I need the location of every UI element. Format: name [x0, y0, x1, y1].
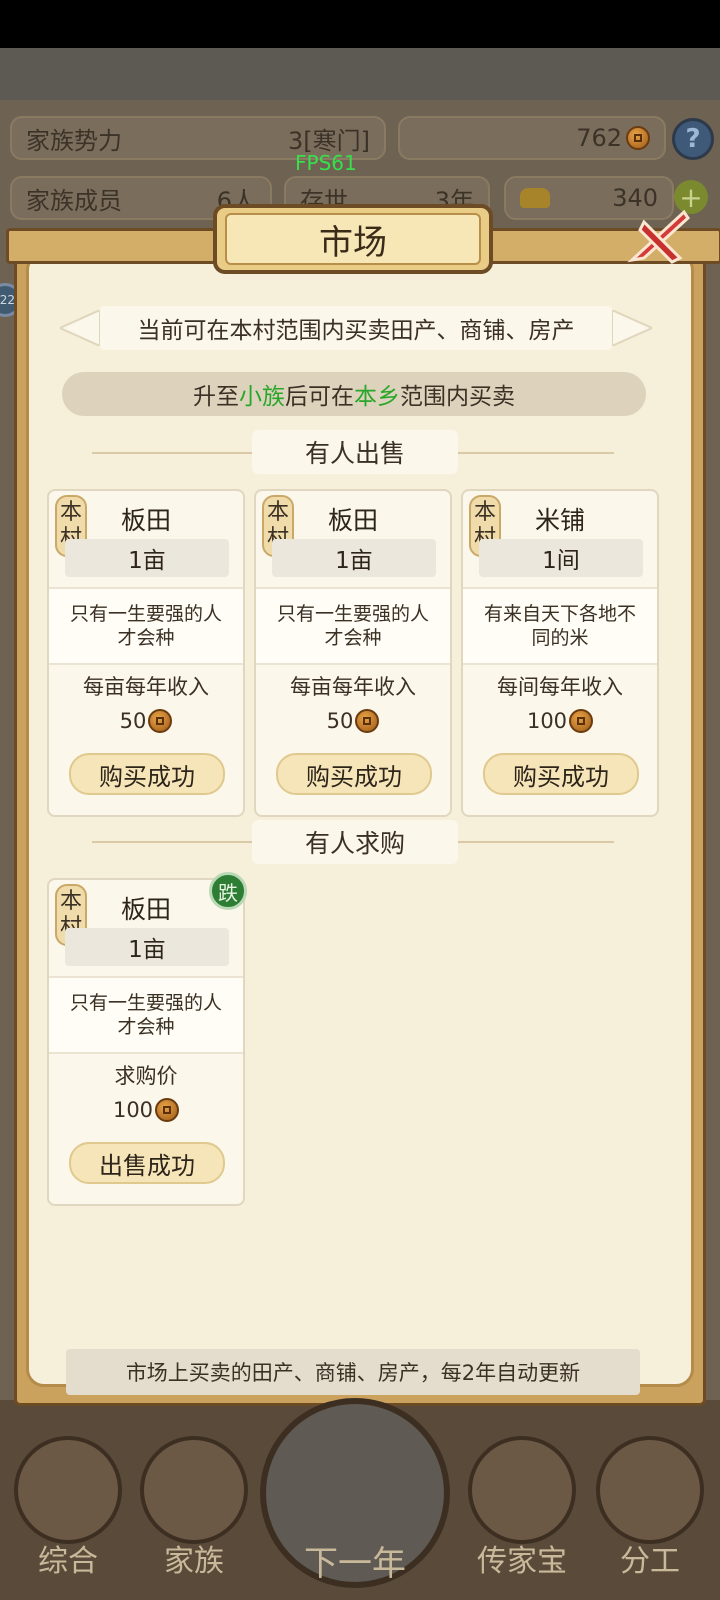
nav-heirloom[interactable]: 传家宝 — [462, 1428, 582, 1600]
price: 100 — [49, 1098, 243, 1122]
gold-ingot-icon — [520, 188, 550, 208]
property-qty: 1亩 — [272, 539, 436, 577]
property-name: 板田 — [120, 506, 171, 535]
upgrade-rank: 小族 — [239, 384, 285, 410]
buy-request-card-1[interactable]: 本 村 跌 板田 1亩 只有一生要强的人才会种 求购价 100 出售成功 — [47, 872, 247, 1206]
coin-icon — [569, 709, 594, 733]
divider-left — [92, 841, 252, 843]
property-desc: 只有一生要强的人才会种 — [256, 587, 450, 665]
clan-power-label: 家族势力 — [26, 126, 122, 155]
buy-button[interactable]: 购买成功 — [69, 753, 225, 795]
fps-counter: FPS61 — [295, 151, 357, 175]
sell-card-3[interactable]: 本 村 米铺 1间 有来自天下各地不同的米 每间每年收入 100 购买成功 — [461, 489, 659, 817]
person-icon — [596, 1436, 704, 1544]
nav-clan[interactable]: 家族 — [134, 1428, 254, 1600]
buy-button[interactable]: 购买成功 — [483, 753, 639, 795]
selling-section-title: 有人出售 — [252, 430, 458, 474]
price-value: 50 — [119, 709, 147, 733]
property-desc: 有来自天下各地不同的米 — [463, 587, 657, 665]
title-wing-left — [6, 228, 242, 264]
sell-button[interactable]: 出售成功 — [69, 1142, 225, 1184]
coin-icon — [155, 1098, 180, 1122]
nav-label: 综合 — [38, 1544, 98, 1579]
upgrade-suffix: 范围内买卖 — [400, 384, 515, 410]
nav-label: 下一年 — [304, 1544, 406, 1584]
property-desc: 只有一生要强的人才会种 — [49, 976, 243, 1054]
jade-icon — [468, 1436, 576, 1544]
nav-general[interactable]: 综合 — [8, 1428, 128, 1600]
ribbon-tip-right — [612, 310, 652, 346]
coins-value: 762 — [576, 124, 622, 152]
property-name: 板田 — [327, 506, 378, 535]
upgrade-area: 本乡 — [354, 384, 400, 410]
property-name: 板田 — [120, 895, 171, 924]
property-qty: 1亩 — [65, 539, 229, 577]
price-value: 100 — [526, 709, 568, 733]
title-plate: 市场 — [213, 204, 493, 274]
price: 100 — [463, 709, 657, 733]
shrine-icon — [140, 1436, 248, 1544]
nav-next-year[interactable]: 下一年 — [260, 1398, 450, 1600]
price-value: 50 — [326, 709, 354, 733]
sell-card-2[interactable]: 本 村 板田 1亩 只有一生要强的人才会种 每亩每年收入 50 购买成功 — [254, 489, 452, 817]
members-label: 家族成员 — [26, 186, 122, 215]
property-qty: 1亩 — [65, 928, 229, 966]
offer-price-label: 求购价 — [114, 1064, 178, 1088]
price-value: 100 — [112, 1098, 154, 1122]
sell-card-1[interactable]: 本 村 板田 1亩 只有一生要强的人才会种 每亩每年收入 50 购买成功 — [47, 489, 245, 817]
status-bar — [0, 0, 720, 48]
upgrade-prefix: 升至 — [193, 384, 239, 410]
nav-label: 家族 — [164, 1544, 224, 1579]
divider-right — [458, 452, 614, 454]
scope-note: 当前可在本村范围内买卖田产、商铺、房产 — [100, 306, 612, 350]
coin-icon — [148, 709, 173, 733]
market-title: 市场 — [225, 213, 481, 265]
property-name: 米铺 — [534, 506, 585, 535]
price: 50 — [49, 709, 243, 733]
income-label: 每间每年收入 — [497, 675, 623, 699]
upgrade-middle: 后可在 — [285, 384, 354, 410]
help-button[interactable]: ? — [672, 118, 714, 160]
income-label: 每亩每年收入 — [290, 675, 416, 699]
scroll-icon — [14, 1436, 122, 1544]
divider-right — [458, 841, 614, 843]
income-label: 每亩每年收入 — [83, 675, 209, 699]
nav-label: 分工 — [620, 1544, 680, 1579]
close-icon[interactable] — [626, 202, 696, 272]
nav-label: 传家宝 — [477, 1544, 567, 1579]
top-strip — [0, 48, 720, 100]
upgrade-note: 升至 小族 后可在 本乡 范围内买卖 — [62, 372, 646, 416]
divider-left — [92, 452, 252, 454]
property-qty: 1间 — [479, 539, 643, 577]
refresh-note: 市场上买卖的田产、商铺、房产，每2年自动更新 — [66, 1349, 640, 1395]
coins-field[interactable]: 762 — [398, 116, 666, 160]
price: 50 — [256, 709, 450, 733]
coin-icon — [355, 709, 380, 733]
property-desc: 只有一生要强的人才会种 — [49, 587, 243, 665]
buy-button[interactable]: 购买成功 — [276, 753, 432, 795]
coin-icon — [626, 126, 650, 150]
buying-section-title: 有人求购 — [252, 820, 458, 864]
ribbon-tip-left — [60, 310, 100, 346]
nav-assign[interactable]: 分工 — [590, 1428, 710, 1600]
